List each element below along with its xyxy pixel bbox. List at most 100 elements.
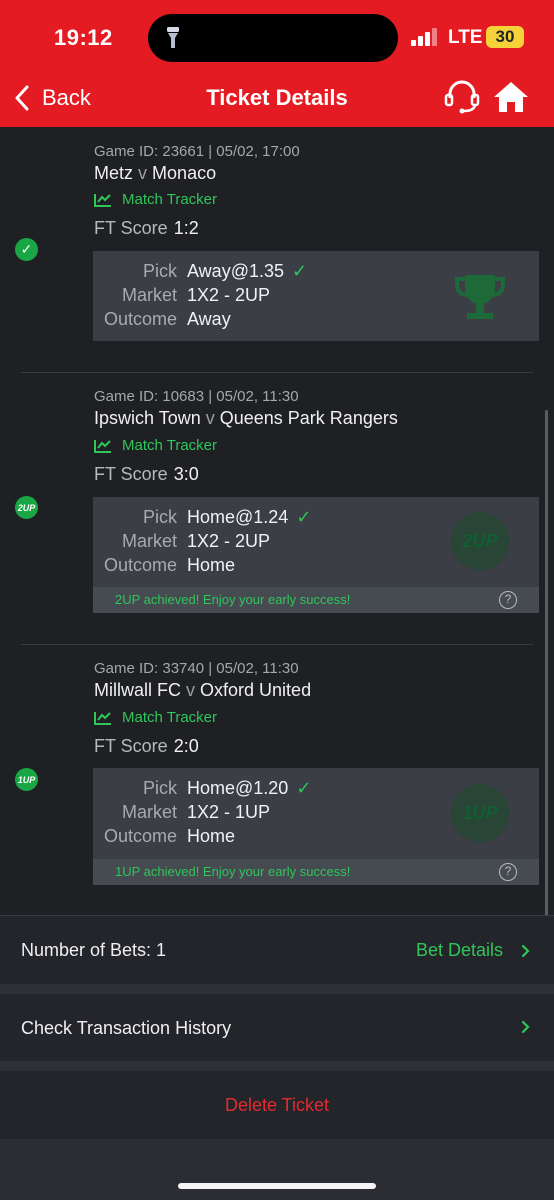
section-gap [0, 984, 554, 994]
market-label: Market [121, 531, 177, 551]
chart-line-icon [94, 439, 111, 453]
home-indicator[interactable] [178, 1183, 376, 1189]
transaction-history-chevron [521, 1020, 530, 1034]
headset-support-icon[interactable] [444, 80, 480, 114]
pick-label: Pick [142, 507, 177, 527]
chart-line-icon [94, 711, 111, 725]
delete-ticket-button[interactable]: Delete Ticket [0, 1095, 554, 1116]
bet-item: ✓ Game ID: 23661 | 05/02, 17:00 Metz v M… [0, 127, 554, 372]
bet-item: 2UP Game ID: 10683 | 05/02, 11:30 Ipswic… [0, 373, 554, 643]
bet-item: 1UP Game ID: 33740 | 05/02, 11:30 Millwa… [0, 645, 554, 915]
away-team: Oxford United [200, 680, 312, 700]
ft-score-label: FT Score [94, 464, 168, 484]
outcome-value: Home [187, 555, 236, 575]
1up-badge-icon: 1UP [15, 768, 38, 791]
away-team: Queens Park Rangers [219, 408, 398, 428]
ft-score-label: FT Score [94, 218, 168, 238]
achievement-text: 1UP achieved! Enjoy your early success! [115, 864, 351, 879]
pick-value: Home@1.20 [187, 778, 289, 798]
versus: v [138, 163, 148, 183]
chart-line-icon [94, 193, 111, 207]
versus: v [186, 680, 196, 700]
transaction-history-label: Check Transaction History [21, 1018, 232, 1038]
chevron-right-icon [521, 944, 530, 957]
market-value: 1X2 - 2UP [187, 531, 271, 551]
ft-score: FT Score 1:2 [94, 218, 199, 239]
1up-watermark-icon: 1UP [451, 784, 509, 842]
battery-indicator: 30 [486, 26, 524, 48]
chevron-right-icon [521, 1020, 530, 1034]
home-team: Millwall FC [94, 680, 181, 700]
game-id: Game ID: 23661 | 05/02, 17:00 [94, 143, 300, 160]
achievement-text: 2UP achieved! Enjoy your early success! [115, 592, 351, 607]
section-gap [0, 1061, 554, 1071]
won-check-badge: ✓ [15, 238, 38, 261]
check-icon: ✓ [296, 778, 312, 798]
away-team: Monaco [152, 163, 217, 183]
home-icon[interactable] [492, 80, 530, 114]
signal-icon [411, 28, 439, 46]
2up-badge-icon: 2UP [15, 496, 38, 519]
outcome-label: Outcome [103, 309, 177, 329]
outcome-label: Outcome [103, 555, 177, 575]
help-icon[interactable]: ? [499, 863, 517, 881]
versus: v [205, 408, 215, 428]
game-id: Game ID: 33740 | 05/02, 11:30 [94, 660, 299, 677]
bets-summary-row: Number of Bets: 1 Bet Details [0, 916, 554, 984]
bet-details-link[interactable]: Bet Details [416, 940, 530, 961]
bet-details-label: Bet Details [415, 940, 503, 960]
2up-watermark-icon: 2UP [451, 512, 509, 570]
outcome-value: Home [187, 826, 236, 846]
market-value: 1X2 - 1UP [187, 802, 271, 822]
network-type: LTE [448, 27, 483, 48]
outcome-label: Outcome [103, 826, 177, 846]
ft-score-value: 2:0 [173, 736, 199, 756]
match-teams: Metz v Monaco [94, 163, 216, 184]
match-tracker-label: Match Tracker [122, 709, 218, 726]
bets-count: Number of Bets: 1 [21, 940, 167, 960]
ft-score-label: FT Score [94, 736, 168, 756]
ft-score: FT Score 2:0 [94, 736, 199, 757]
pick-value: Home@1.24 [187, 507, 289, 527]
ft-score: FT Score 3:0 [94, 464, 199, 485]
pick-label: Pick [142, 261, 177, 281]
market-label: Market [121, 802, 177, 822]
match-teams: Ipswich Town v Queens Park Rangers [94, 408, 398, 429]
achievement-banner: 2UP achieved! Enjoy your early success! … [93, 587, 539, 613]
achievement-banner: 1UP achieved! Enjoy your early success! … [93, 859, 539, 885]
trophy-icon [455, 275, 505, 319]
market-value: 1X2 - 2UP [187, 285, 271, 305]
market-label: Market [121, 285, 177, 305]
check-icon: ✓ [292, 261, 308, 281]
outcome-value: Away [187, 309, 231, 329]
pick-card: Pick Home@1.20 ✓ Market 1X2 - 1UP Outcome… [93, 768, 539, 885]
transaction-history-row[interactable]: Check Transaction History [0, 994, 554, 1061]
pick-card: Pick Away@1.35 ✓ Market 1X2 - 2UP Outcome… [93, 251, 539, 341]
delete-ticket-row: Delete Ticket [0, 1071, 554, 1139]
pick-card: Pick Home@1.24 ✓ Market 1X2 - 2UP Outcome… [93, 497, 539, 613]
status-bar: 19:12 LTE 30 [0, 0, 554, 76]
pick-label: Pick [142, 778, 177, 798]
game-id: Game ID: 10683 | 05/02, 11:30 [94, 388, 299, 405]
check-icon: ✓ [296, 507, 312, 527]
home-team: Ipswich Town [94, 408, 201, 428]
pick-value-wrap: Home@1.24 ✓ [187, 507, 311, 528]
match-tracker-link[interactable]: Match Tracker [94, 437, 217, 454]
flashlight-icon [167, 27, 179, 48]
ft-score-value: 1:2 [173, 218, 199, 238]
match-tracker-label: Match Tracker [122, 437, 218, 454]
ft-score-value: 3:0 [173, 464, 199, 484]
dynamic-island [148, 14, 398, 62]
match-tracker-link[interactable]: Match Tracker [94, 709, 217, 726]
help-icon[interactable]: ? [499, 591, 517, 609]
bottom-area [0, 1139, 554, 1200]
status-time: 19:12 [54, 25, 113, 50]
match-teams: Millwall FC v Oxford United [94, 680, 311, 701]
app-header: 19:12 LTE 30 Back Ticket Details [0, 0, 554, 127]
pick-value-wrap: Away@1.35 ✓ [187, 261, 307, 282]
home-team: Metz [94, 163, 134, 183]
match-tracker-label: Match Tracker [122, 191, 218, 208]
pick-value: Away@1.35 [187, 261, 284, 281]
match-tracker-link[interactable]: Match Tracker [94, 191, 217, 208]
pick-value-wrap: Home@1.20 ✓ [187, 778, 311, 799]
